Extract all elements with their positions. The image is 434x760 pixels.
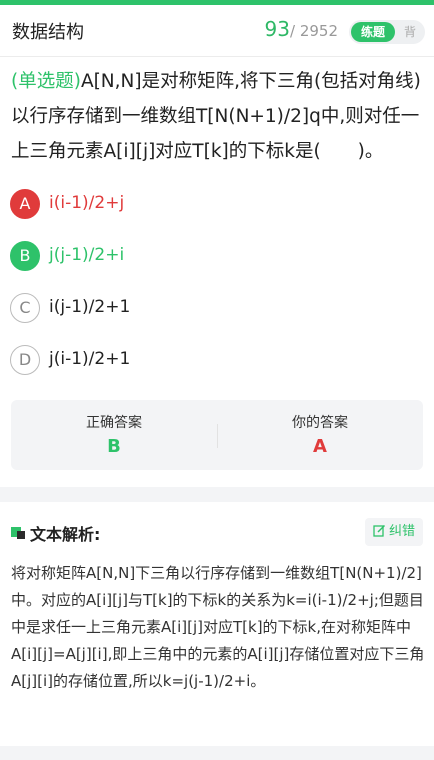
option-c-text: i(j-1)/2+1 [49, 297, 131, 317]
header: 数据结构 93/ 2952 练题 背 [0, 5, 434, 57]
option-d[interactable]: D j(i-1)/2+1 [10, 345, 410, 377]
progress-total: / 2952 [290, 22, 338, 40]
option-d-text: j(i-1)/2+1 [49, 349, 131, 369]
correct-answer: 正确答案 B [11, 400, 217, 470]
option-b-letter: B [10, 241, 40, 271]
progress-current: 93 [264, 17, 290, 41]
correct-answer-value: B [107, 436, 121, 457]
option-a-letter: A [10, 189, 40, 219]
analysis-title: 文本解析: [30, 525, 101, 544]
mode-recite-button[interactable]: 背 [404, 22, 416, 42]
option-b-text: j(j-1)/2+i [49, 245, 125, 265]
option-c[interactable]: C i(j-1)/2+1 [10, 293, 410, 325]
question-card: (单选题)A[N,N]是对称矩阵,将下三角(包括对角线)以行序存储到一维数组T[… [0, 57, 434, 487]
option-d-letter: D [10, 345, 40, 375]
mode-toggle[interactable]: 练题 背 [349, 20, 425, 44]
your-answer-label: 你的答案 [292, 415, 348, 431]
page-title: 数据结构 [12, 22, 84, 43]
analysis-section: 文本解析: 纠错 将对称矩阵A[N,N]下三角以行序存储到一维数组T[N(N+1… [0, 502, 434, 746]
mode-practice-button[interactable]: 练题 [351, 22, 395, 42]
question-progress: 93/ 2952 [265, 17, 338, 41]
option-a-text: i(i-1)/2+j [49, 193, 125, 213]
option-a[interactable]: A i(i-1)/2+j [10, 189, 410, 221]
edit-icon [373, 524, 386, 537]
option-b[interactable]: B j(j-1)/2+i [10, 241, 410, 273]
analysis-square-icon [11, 527, 25, 539]
correct-answer-label: 正确答案 [86, 415, 142, 431]
report-error-button[interactable]: 纠错 [364, 518, 423, 546]
your-answer-value: A [313, 436, 327, 457]
answer-summary: 正确答案 B 你的答案 A [11, 400, 423, 470]
report-error-label: 纠错 [388, 524, 415, 539]
option-c-letter: C [10, 293, 40, 323]
question-type: (单选题) [11, 71, 81, 92]
question-stem: (单选题)A[N,N]是对称矩阵,将下三角(包括对角线)以行序存储到一维数组T[… [11, 64, 427, 169]
your-answer: 你的答案 A [217, 400, 423, 470]
analysis-text: 将对称矩阵A[N,N]下三角以行序存储到一维数组T[N(N+1)/2]中。对应的… [11, 564, 425, 690]
